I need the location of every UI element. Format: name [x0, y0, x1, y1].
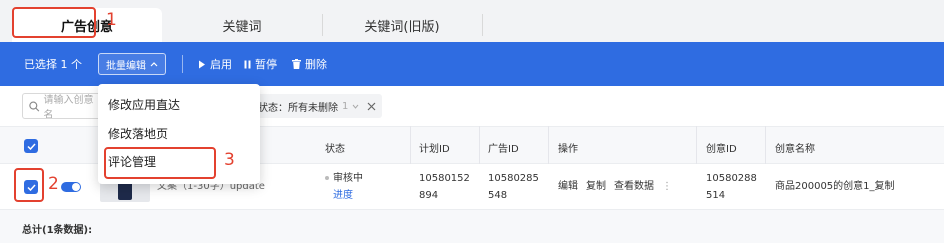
view-data-action[interactable]: 查看数据: [614, 178, 654, 195]
app-root: 广告创意 关键词 关键词(旧版) 已选择 1 个 批量编辑 启用 暂停 删除 请…: [0, 0, 944, 243]
creative-name-cell[interactable]: 商品200005的创意1_复制: [775, 178, 895, 195]
plan-id-cell: 10580152 894: [419, 170, 470, 204]
pause-label: 暂停: [255, 58, 277, 71]
tab-keywords[interactable]: 关键词: [162, 8, 322, 42]
pause-button[interactable]: 暂停: [244, 56, 277, 72]
table-total-row: 总计(1条数据):: [0, 210, 944, 243]
menu-item-edit-app-direct[interactable]: 修改应用直达: [108, 96, 180, 113]
header-actions: 操作: [558, 144, 578, 155]
row-enable-toggle[interactable]: [61, 182, 81, 192]
delete-label: 删除: [305, 58, 327, 71]
annotation-number-1: 1: [106, 10, 117, 30]
edit-action[interactable]: 编辑: [558, 178, 578, 195]
tab-keywords-legacy[interactable]: 关键词(旧版): [322, 8, 482, 42]
selected-count: 已选择 1 个: [24, 58, 82, 71]
enable-button[interactable]: 启用: [198, 56, 232, 72]
annotation-number-3: 3: [224, 150, 235, 170]
column-divider: [479, 126, 480, 164]
header-creative-name: 创意名称: [775, 144, 815, 155]
tab-bar: 广告创意 关键词 关键词(旧版): [0, 0, 944, 42]
search-placeholder: 请输入创意名: [43, 95, 94, 119]
status-progress-link[interactable]: 进度: [325, 187, 363, 204]
total-count-text: 总计(1条数据):: [22, 225, 93, 236]
annotation-box-checkbox: [14, 168, 44, 202]
trash-icon: [292, 59, 301, 69]
status-cell: 审核中 进度: [325, 170, 363, 204]
header-ad-id: 广告ID: [488, 144, 519, 155]
chevron-down-icon: [352, 104, 359, 109]
play-icon: [199, 60, 205, 68]
batch-edit-button[interactable]: 批量编辑: [98, 53, 166, 75]
plan-id-line2: 894: [419, 190, 439, 201]
ad-id-cell: 10580285 548: [488, 170, 539, 204]
creative-id-line2: 514: [706, 190, 726, 201]
select-all-checkbox[interactable]: [24, 139, 38, 153]
column-divider: [696, 126, 697, 164]
batch-edit-label: 批量编辑: [106, 60, 146, 72]
header-creative-id: 创意ID: [706, 144, 737, 155]
header-status: 状态: [325, 144, 345, 155]
status-filter-label: 状态：所有未删除: [258, 102, 338, 114]
tab-divider: [482, 14, 483, 36]
status-filter-count: 1: [342, 100, 349, 112]
chevron-up-icon: [150, 62, 158, 67]
ad-id-line1: 10580285: [488, 173, 539, 184]
annotation-number-2: 2: [48, 174, 59, 194]
plan-id-line1: 10580152: [419, 173, 470, 184]
search-icon: [29, 101, 40, 112]
ad-id-line2: 548: [488, 190, 508, 201]
actions-cell: 编辑 复制 查看数据 ⋮: [558, 178, 672, 195]
creative-id-line1: 10580288: [706, 173, 757, 184]
creative-id-cell: 10580288 514: [706, 170, 757, 204]
annotation-box-menu-item: [104, 147, 216, 179]
more-icon[interactable]: ⋮: [662, 178, 672, 195]
column-divider: [410, 126, 411, 164]
status-dot: [325, 176, 329, 180]
pause-icon: [244, 60, 251, 68]
status-text: 审核中: [333, 173, 363, 184]
annotation-box-tab: [12, 7, 96, 38]
enable-label: 启用: [210, 58, 232, 71]
header-plan-id: 计划ID: [419, 144, 450, 155]
batch-toolbar: 已选择 1 个 批量编辑 启用 暂停 删除: [0, 42, 944, 86]
status-filter-chip[interactable]: 状态：所有未删除 1: [252, 94, 383, 118]
checkmark-icon: [26, 142, 36, 150]
column-divider: [765, 126, 766, 164]
menu-item-edit-landing-page[interactable]: 修改落地页: [108, 125, 168, 142]
column-divider: [548, 126, 549, 164]
copy-action[interactable]: 复制: [586, 178, 606, 195]
close-icon[interactable]: [367, 102, 376, 111]
delete-button[interactable]: 删除: [292, 56, 327, 72]
search-input[interactable]: 请输入创意名: [22, 93, 102, 119]
toolbar-divider: [182, 55, 183, 73]
